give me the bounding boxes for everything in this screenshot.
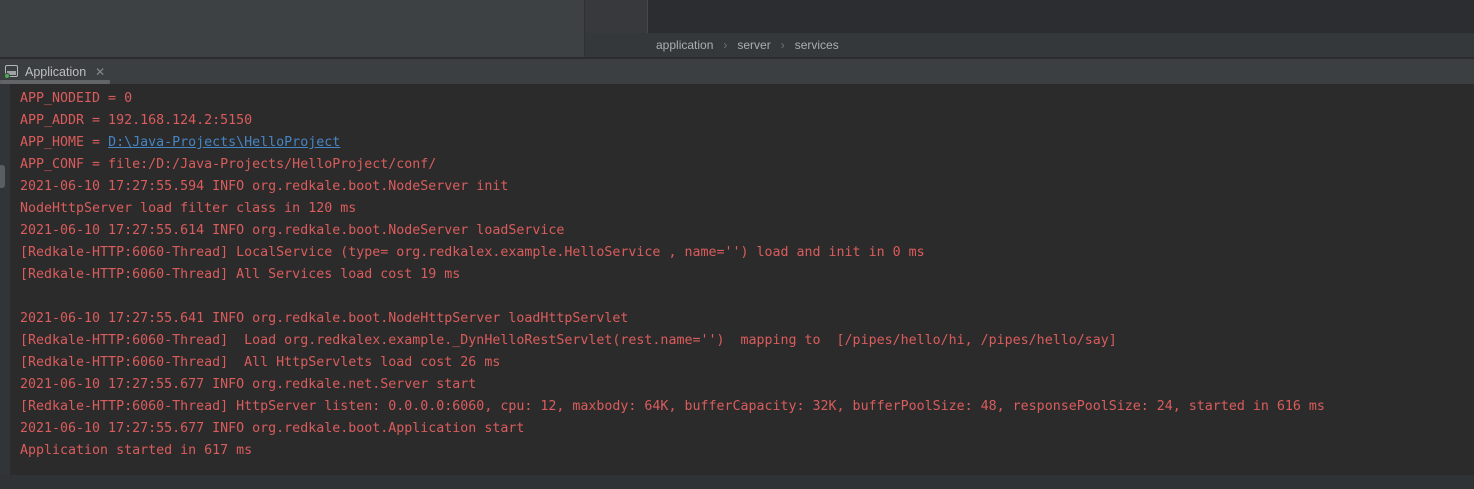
breadcrumb-item-services[interactable]: services bbox=[795, 38, 839, 52]
editor-tab-strip bbox=[585, 0, 1474, 33]
breadcrumb-item-server[interactable]: server bbox=[737, 38, 770, 52]
console-line: [Redkale-HTTP:6060-Thread] LocalService … bbox=[20, 242, 1474, 264]
log-text: [Redkale-HTTP:6060-Thread] All HttpServl… bbox=[20, 355, 500, 370]
console-line bbox=[20, 286, 1474, 308]
console-output[interactable]: APP_NODEID = 0 APP_ADDR = 192.168.124.2:5… bbox=[0, 84, 1474, 489]
console-line: 2021-06-10 17:27:55.614 INFO org.redkale… bbox=[20, 220, 1474, 242]
console-line: Application started in 617 ms bbox=[20, 440, 1474, 462]
console-line: 2021-06-10 17:27:55.594 INFO org.redkale… bbox=[20, 176, 1474, 198]
close-icon[interactable]: ✕ bbox=[95, 66, 105, 78]
editor-tab-strip-segment bbox=[585, 0, 647, 33]
tab-label: Application bbox=[25, 65, 86, 79]
breadcrumb: application › server › services bbox=[585, 33, 1474, 57]
editor-pane-right: application › server › services bbox=[585, 0, 1474, 57]
log-text: [Redkale-HTTP:6060-Thread] Load org.redk… bbox=[20, 333, 1117, 348]
log-text: APP_CONF = file:/D:/Java-Projects/HelloP… bbox=[20, 157, 436, 172]
console-line: NodeHttpServer load filter class in 120 … bbox=[20, 198, 1474, 220]
log-text: 2021-06-10 17:27:55.677 INFO org.redkale… bbox=[20, 421, 524, 436]
console-line: 2021-06-10 17:27:55.677 INFO org.redkale… bbox=[20, 374, 1474, 396]
log-text: APP_ADDR = 192.168.124.2:5150 bbox=[20, 113, 252, 128]
console-line: [Redkale-HTTP:6060-Thread] Load org.redk… bbox=[20, 330, 1474, 352]
log-text: [Redkale-HTTP:6060-Thread] HttpServer li… bbox=[20, 399, 1325, 414]
ide-window: application › server › services Applicat… bbox=[0, 0, 1474, 489]
editor-background bbox=[648, 0, 1474, 33]
editor-pane-left bbox=[0, 0, 585, 57]
log-text: [Redkale-HTTP:6060-Thread] All Services … bbox=[20, 267, 460, 282]
log-text: 2021-06-10 17:27:55.641 INFO org.redkale… bbox=[20, 311, 628, 326]
console-line: [Redkale-HTTP:6060-Thread] All Services … bbox=[20, 264, 1474, 286]
console-line: 2021-06-10 17:27:55.677 INFO org.redkale… bbox=[20, 418, 1474, 440]
console-panel: APP_NODEID = 0 APP_ADDR = 192.168.124.2:5… bbox=[0, 84, 1474, 489]
console-line: [Redkale-HTTP:6060-Thread] HttpServer li… bbox=[20, 396, 1474, 418]
run-console-icon bbox=[4, 65, 19, 78]
log-text: 2021-06-10 17:27:55.677 INFO org.redkale… bbox=[20, 377, 476, 392]
file-link[interactable]: D:\Java-Projects\HelloProject bbox=[108, 135, 340, 150]
console-line: APP_HOME = D:\Java-Projects\HelloProject bbox=[20, 132, 1474, 154]
console-line: [Redkale-HTTP:6060-Thread] All HttpServl… bbox=[20, 352, 1474, 374]
breadcrumb-separator-icon: › bbox=[723, 38, 727, 52]
console-line: 2021-06-10 17:27:55.641 INFO org.redkale… bbox=[20, 308, 1474, 330]
tool-window-tab-bar: Application ✕ bbox=[0, 57, 1474, 84]
log-text: [Redkale-HTTP:6060-Thread] LocalService … bbox=[20, 245, 925, 260]
console-line: APP_CONF = file:/D:/Java-Projects/HelloP… bbox=[20, 154, 1474, 176]
breadcrumb-separator-icon: › bbox=[781, 38, 785, 52]
console-line: APP_NODEID = 0 bbox=[20, 88, 1474, 110]
console-bottom-strip bbox=[0, 475, 1474, 489]
log-text: APP_HOME = bbox=[20, 135, 108, 150]
log-text: APP_NODEID = 0 bbox=[20, 91, 132, 106]
log-text: 2021-06-10 17:27:55.614 INFO org.redkale… bbox=[20, 223, 564, 238]
log-text: 2021-06-10 17:27:55.594 INFO org.redkale… bbox=[20, 179, 508, 194]
console-line: APP_ADDR = 192.168.124.2:5150 bbox=[20, 110, 1474, 132]
log-text: NodeHttpServer load filter class in 120 … bbox=[20, 201, 356, 216]
log-text: Application started in 617 ms bbox=[20, 443, 252, 458]
breadcrumb-item-application[interactable]: application bbox=[656, 38, 713, 52]
top-area: application › server › services bbox=[0, 0, 1474, 57]
running-indicator-dot bbox=[4, 73, 10, 79]
